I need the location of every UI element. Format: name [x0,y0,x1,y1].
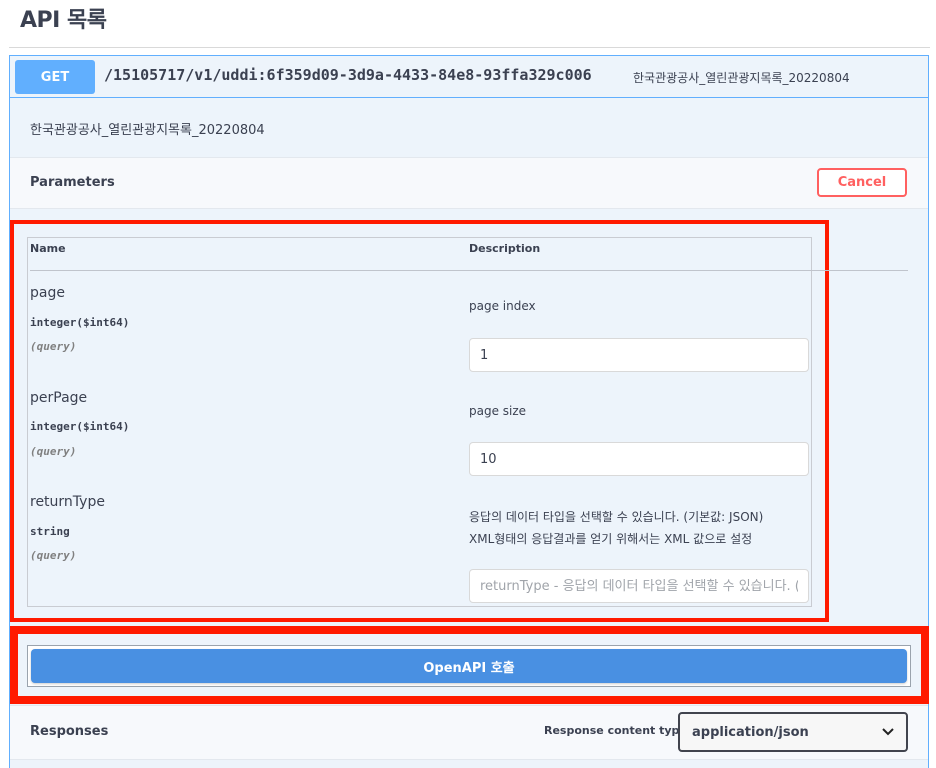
method-badge: GET [15,60,95,94]
param-type-returntype: string [30,525,70,538]
page-input[interactable] [469,338,809,372]
chevron-down-icon [882,725,894,740]
operation-description: 한국관광공사_열린관광지목록_20220804 [30,123,265,138]
response-content-type-value: application/json [692,724,809,740]
parameters-table [27,237,812,607]
param-in-perpage: (query) [30,445,77,458]
param-description-returntype-line1: 응답의 데이터 타입을 선택할 수 있습니다. (기본값: JSON) [469,510,764,524]
title-divider [9,47,930,48]
returntype-input[interactable] [469,569,809,603]
param-name-perpage: perPage [30,390,88,406]
table-header-divider [30,270,908,271]
operation-summary: 한국관광공사_열린관광지목록_20220804 [633,71,850,85]
parameters-header: Parameters [10,157,928,209]
param-description-returntype-line2: XML형태의 응답결과를 얻기 위해서는 XML 값으로 설정 [469,532,753,546]
param-type-page: integer($int64) [30,316,130,329]
param-in-returntype: (query) [30,549,77,562]
param-name-returntype: returnType [30,494,105,510]
responses-title: Responses [30,724,109,739]
execute-button[interactable]: OpenAPI 호출 [31,649,907,683]
param-description-page: page index [469,299,536,313]
operation-path: /15105717/v1/uddi:6f359d09-3d9a-4433-84e… [104,66,592,84]
param-in-page: (query) [30,340,77,353]
param-type-perpage: integer($int64) [30,420,130,433]
perpage-input[interactable] [469,442,809,476]
page-title: API 목록 [20,8,107,33]
param-description-perpage: page size [469,404,527,418]
column-header-description: Description [469,242,541,255]
param-name-page: page [30,285,65,301]
column-header-name: Name [30,242,66,255]
parameters-title: Parameters [30,175,115,190]
response-content-type-select[interactable]: application/json [678,712,908,752]
response-content-type-label: Response content type [544,724,687,737]
cancel-button[interactable]: Cancel [817,168,907,197]
